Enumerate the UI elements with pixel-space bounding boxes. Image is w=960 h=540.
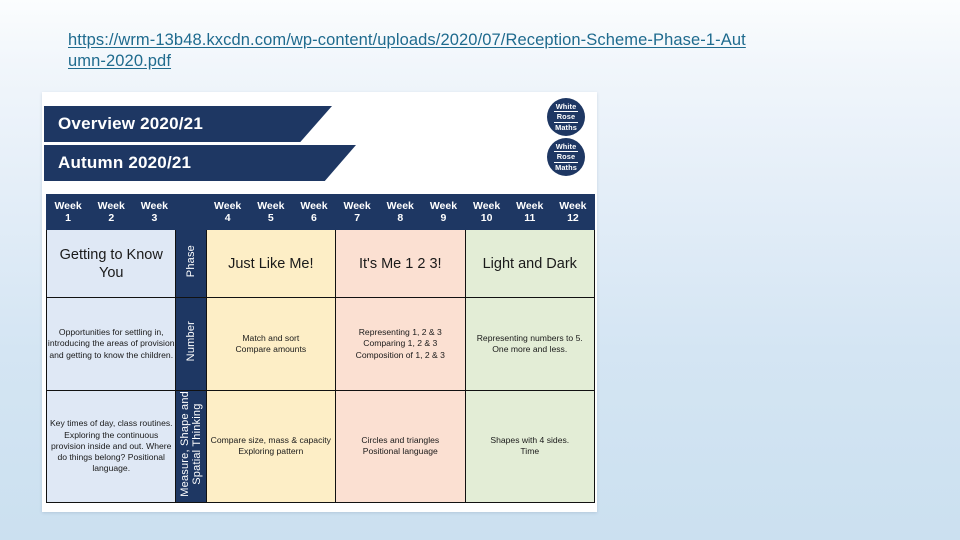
week-number: 11 bbox=[524, 212, 536, 224]
row-label-number: Number bbox=[175, 297, 207, 391]
number-intro-cell: Opportunities for settling in, introduci… bbox=[45, 297, 177, 391]
pdf-preview-card[interactable]: Overview 2020/21 Autumn 2020/21 White Ro… bbox=[42, 92, 597, 512]
week-word: Week bbox=[429, 200, 458, 212]
logo-line-white: White bbox=[555, 141, 577, 151]
measure-block-2: Circles and triangles Positional languag… bbox=[335, 390, 466, 503]
white-rose-maths-logo-secondary: White Rose Maths bbox=[547, 138, 585, 176]
week-number: 5 bbox=[267, 212, 274, 224]
pdf-url-link[interactable]: https://wrm-13b48.kxcdn.com/wp-content/u… bbox=[68, 31, 746, 70]
white-rose-maths-logo: White Rose Maths bbox=[547, 98, 585, 136]
row-phase: Getting to Know You Phase Just Like Me! … bbox=[45, 229, 596, 298]
row-label-measure: Measure, Shape and Spatial Thinking bbox=[175, 390, 207, 503]
week-word: Week bbox=[257, 200, 285, 212]
week-word: Week bbox=[559, 200, 587, 212]
week-word: Week bbox=[140, 200, 169, 212]
week-header-spacer bbox=[175, 194, 207, 230]
url-text-block: https://wrm-13b48.kxcdn.com/wp-content/u… bbox=[68, 30, 748, 72]
week-header-8: Week 8 bbox=[378, 194, 423, 230]
week-header-11: Week 11 bbox=[507, 194, 552, 230]
logo-line-rose: Rose bbox=[554, 150, 578, 164]
week-word: Week bbox=[54, 200, 82, 212]
week-header-5: Week 5 bbox=[248, 194, 293, 230]
row-label-measure-text: Measure, Shape and Spatial Thinking bbox=[179, 391, 204, 497]
banner-overview: Overview 2020/21 bbox=[44, 106, 332, 142]
week-word: Week bbox=[516, 200, 544, 212]
week-header-4: Week 4 bbox=[205, 194, 250, 230]
week-header-1: Week 1 bbox=[45, 194, 91, 230]
overview-table-wrap: Week 1 Week 2 Week 3 Week 4 Week 5 Week … bbox=[45, 194, 596, 503]
week-word: Week bbox=[472, 200, 501, 212]
banner-autumn-label: Autumn 2020/21 bbox=[58, 153, 192, 172]
banner-overview-label: Overview 2020/21 bbox=[58, 114, 203, 133]
curriculum-overview-table: Week 1 Week 2 Week 3 Week 4 Week 5 Week … bbox=[45, 194, 596, 503]
week-number: 8 bbox=[397, 212, 404, 224]
row-label-phase-text: Phase bbox=[185, 244, 198, 278]
week-header-2: Week 2 bbox=[89, 194, 134, 230]
phase-intro-cell: Getting to Know You bbox=[45, 229, 177, 298]
week-number: 2 bbox=[108, 212, 115, 224]
week-number: 10 bbox=[480, 212, 493, 224]
week-header-9: Week 9 bbox=[421, 194, 466, 230]
week-number: 7 bbox=[354, 212, 361, 224]
logo-line-maths: Maths bbox=[555, 123, 577, 133]
week-word: Week bbox=[214, 200, 242, 212]
week-number: 4 bbox=[224, 212, 231, 224]
number-block-2: Representing 1, 2 & 3 Comparing 1, 2 & 3… bbox=[335, 297, 466, 391]
logo-line-maths: Maths bbox=[555, 163, 577, 173]
week-header-10: Week 10 bbox=[464, 194, 509, 230]
week-header-12: Week 12 bbox=[550, 194, 596, 230]
banner-autumn: Autumn 2020/21 bbox=[44, 145, 356, 181]
row-number: Opportunities for settling in, introduci… bbox=[45, 297, 596, 391]
measure-block-1: Compare size, mass & capacity Exploring … bbox=[205, 390, 337, 503]
measure-block-3: Shapes with 4 sides. Time bbox=[464, 390, 596, 503]
number-block-1: Match and sort Compare amounts bbox=[205, 297, 337, 391]
phase-block-2: It's Me 1 2 3! bbox=[335, 229, 466, 298]
week-word: Week bbox=[97, 200, 125, 212]
week-word: Week bbox=[386, 200, 414, 212]
logo-line-rose: Rose bbox=[554, 110, 578, 124]
phase-block-3: Light and Dark bbox=[464, 229, 596, 298]
row-label-number-text: Number bbox=[185, 321, 198, 362]
week-header-6: Week 6 bbox=[291, 194, 337, 230]
week-word: Week bbox=[343, 200, 371, 212]
logo-stack: White Rose Maths White Rose Maths bbox=[547, 98, 585, 176]
week-number: 6 bbox=[311, 212, 317, 224]
phase-block-1: Just Like Me! bbox=[205, 229, 337, 298]
week-number: 3 bbox=[151, 212, 158, 224]
row-label-phase: Phase bbox=[175, 229, 207, 298]
measure-intro-cell: Key times of day, class routines. Explor… bbox=[45, 390, 177, 503]
week-number: 12 bbox=[567, 212, 579, 224]
week-header-7: Week 7 bbox=[335, 194, 380, 230]
week-number: 1 bbox=[65, 212, 71, 224]
row-measure-shape-spatial: Key times of day, class routines. Explor… bbox=[45, 390, 596, 503]
week-header-row: Week 1 Week 2 Week 3 Week 4 Week 5 Week … bbox=[45, 194, 596, 230]
week-header-3: Week 3 bbox=[132, 194, 177, 230]
logo-line-white: White bbox=[555, 101, 577, 111]
week-word: Week bbox=[300, 200, 328, 212]
week-number: 9 bbox=[440, 212, 447, 224]
number-block-3: Representing numbers to 5. One more and … bbox=[464, 297, 596, 391]
